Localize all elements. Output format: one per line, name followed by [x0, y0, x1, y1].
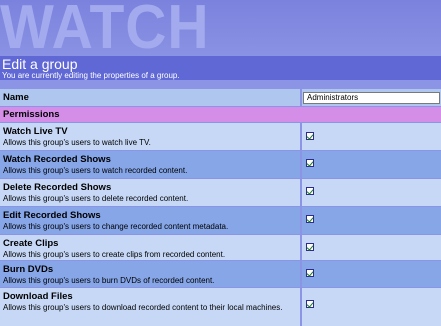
- edit-recorded-checkbox[interactable]: [306, 215, 314, 223]
- permission-row-watch-live-tv: Watch Live TV Allows this group's users …: [0, 123, 441, 150]
- permission-label: Watch Live TV: [3, 126, 68, 137]
- permission-row-edit-recorded: Edit Recorded Shows Allows this group's …: [0, 207, 441, 234]
- permission-description: Allows this group's users to delete reco…: [3, 194, 189, 203]
- permission-label: Watch Recorded Shows: [3, 154, 111, 165]
- download-files-checkbox[interactable]: [306, 300, 314, 308]
- name-label: Name: [3, 92, 29, 103]
- permission-row-watch-recorded: Watch Recorded Shows Allows this group's…: [0, 151, 441, 178]
- watch-logo: WATCH: [0, 0, 210, 56]
- permission-label: Create Clips: [3, 238, 59, 249]
- permission-description: Allows this group's users to burn DVDs o…: [3, 276, 215, 285]
- permission-description: Allows this group's users to create clip…: [3, 250, 226, 259]
- group-name-input[interactable]: Administrators: [303, 92, 440, 104]
- permission-description: Allows this group's users to change reco…: [3, 222, 229, 231]
- watch-live-tv-checkbox[interactable]: [306, 132, 314, 140]
- permission-row-delete-recorded: Delete Recorded Shows Allows this group'…: [0, 179, 441, 206]
- permission-row-burn-dvds: Burn DVDs Allows this group's users to b…: [0, 261, 441, 287]
- page-title: Edit a group: [2, 56, 78, 72]
- permission-row-download-files: Download Files Allows this group's users…: [0, 288, 441, 326]
- permission-label: Burn DVDs: [3, 264, 54, 275]
- permissions-header: Permissions: [3, 109, 60, 120]
- permission-description: Allows this group's users to download re…: [3, 303, 283, 312]
- banner: WATCH: [0, 0, 441, 56]
- permission-label: Download Files: [3, 291, 73, 302]
- delete-recorded-checkbox[interactable]: [306, 187, 314, 195]
- burn-dvds-checkbox[interactable]: [306, 269, 314, 277]
- permission-label: Edit Recorded Shows: [3, 210, 101, 221]
- permissions-header-row: Permissions: [0, 107, 441, 122]
- permission-label: Delete Recorded Shows: [3, 182, 112, 193]
- permission-row-create-clips: Create Clips Allows this group's users t…: [0, 235, 441, 260]
- create-clips-checkbox[interactable]: [306, 243, 314, 251]
- name-row: Name Administrators: [0, 89, 441, 106]
- permission-description: Allows this group's users to watch live …: [3, 138, 151, 147]
- watch-recorded-checkbox[interactable]: [306, 159, 314, 167]
- permission-description: Allows this group's users to watch recor…: [3, 166, 188, 175]
- page-subtitle: You are currently editing the properties…: [2, 71, 180, 80]
